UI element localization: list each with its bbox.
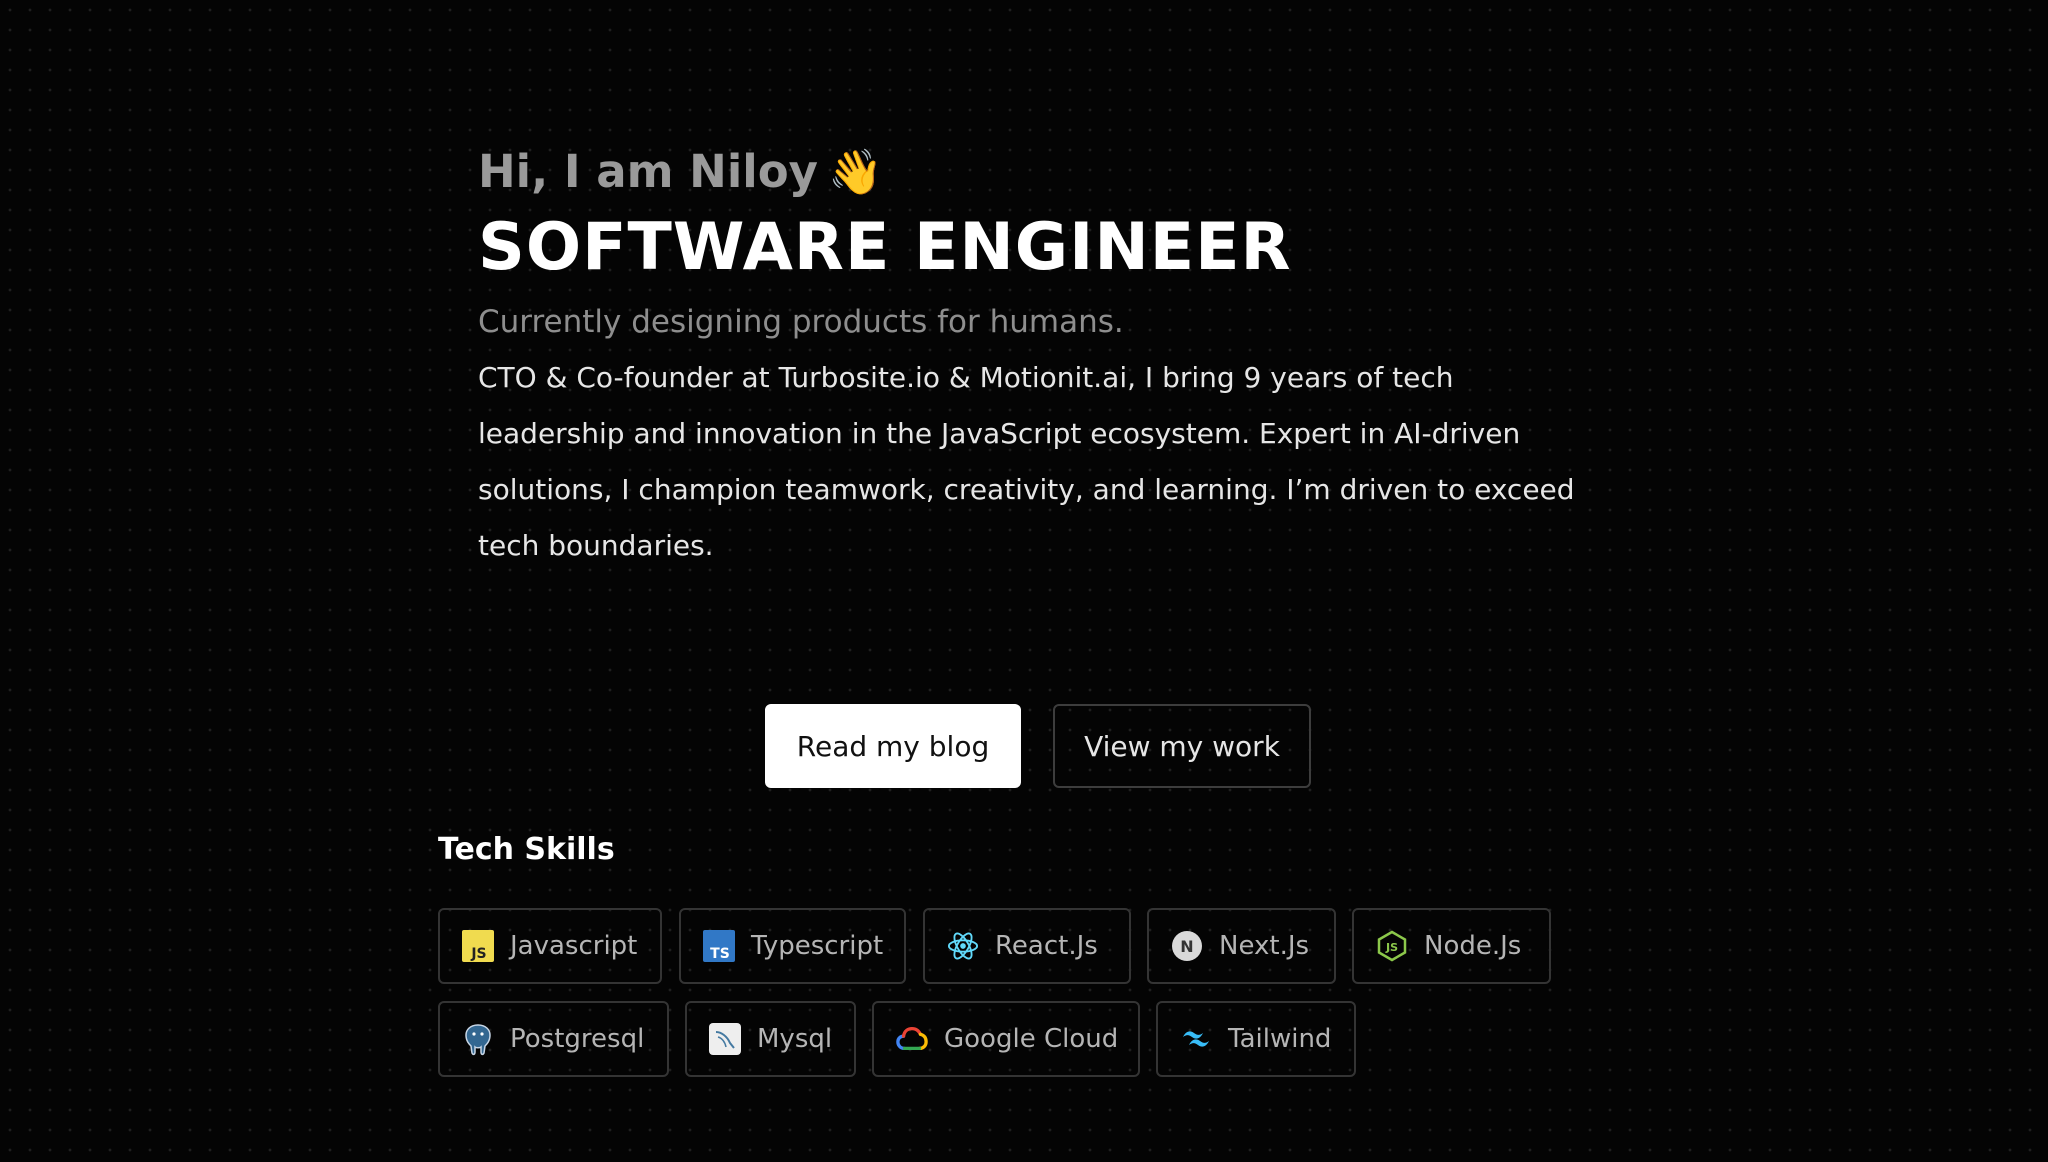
nodejs-icon: JS: [1376, 930, 1408, 962]
greeting-line: Hi, I am Niloy 👋: [478, 140, 1628, 204]
skill-chip-typescript[interactable]: TS Typescript: [679, 908, 906, 984]
skill-label: Javascript: [510, 931, 638, 961]
view-work-button[interactable]: View my work: [1053, 704, 1311, 788]
page-root: { "hero": { "greeting": "Hi, I am Niloy"…: [0, 0, 2048, 1162]
skill-chip-postgresql[interactable]: Postgresql: [438, 1001, 669, 1077]
postgresql-icon: [462, 1023, 494, 1056]
skill-chip-javascript[interactable]: JS Javascript: [438, 908, 662, 984]
svg-text:JS: JS: [470, 946, 486, 962]
skill-label: Next.Js: [1219, 931, 1310, 961]
skill-label: Google Cloud: [944, 1024, 1119, 1054]
svg-text:TS: TS: [710, 946, 730, 962]
skill-chip-google-cloud[interactable]: Google Cloud: [872, 1001, 1140, 1077]
bio-paragraph: CTO & Co-founder at Turbosite.io & Motio…: [478, 361, 1575, 562]
read-blog-button[interactable]: Read my blog: [765, 704, 1021, 788]
skill-label: Tailwind: [1228, 1024, 1332, 1054]
tailwind-icon: [1180, 1023, 1212, 1055]
nextjs-icon: N: [1171, 930, 1203, 962]
waving-hand-icon: 👋: [827, 147, 883, 198]
google-cloud-icon: [896, 1023, 928, 1055]
typescript-icon: TS: [703, 930, 735, 962]
skill-chip-nodejs[interactable]: JS Node.Js: [1352, 908, 1551, 984]
greeting-text: Hi, I am Niloy: [478, 145, 818, 198]
svg-text:N: N: [1180, 937, 1193, 956]
skill-chip-tailwind[interactable]: Tailwind: [1156, 1001, 1356, 1077]
tech-skills-heading: Tech Skills: [438, 832, 615, 867]
javascript-icon: JS: [462, 930, 494, 962]
tagline: Currently designing products for humans.: [478, 304, 1124, 340]
react-icon: [947, 930, 979, 962]
skill-label: Node.Js: [1424, 931, 1522, 961]
skill-chip-nextjs[interactable]: N Next.Js: [1147, 908, 1336, 984]
mysql-icon: [709, 1023, 741, 1055]
role-title: SOFTWARE ENGINEER: [478, 210, 1292, 285]
skill-label: React.Js: [995, 931, 1098, 961]
skill-label: Typescript: [751, 931, 884, 961]
skill-chip-reactjs[interactable]: React.Js: [923, 908, 1131, 984]
skill-label: Mysql: [757, 1024, 833, 1054]
skill-chip-mysql[interactable]: Mysql: [685, 1001, 856, 1077]
hero-section: Hi, I am Niloy 👋 SOFTWARE ENGINEER Curren…: [478, 140, 1628, 574]
skill-label: Postgresql: [510, 1024, 645, 1054]
svg-text:JS: JS: [1385, 941, 1398, 954]
